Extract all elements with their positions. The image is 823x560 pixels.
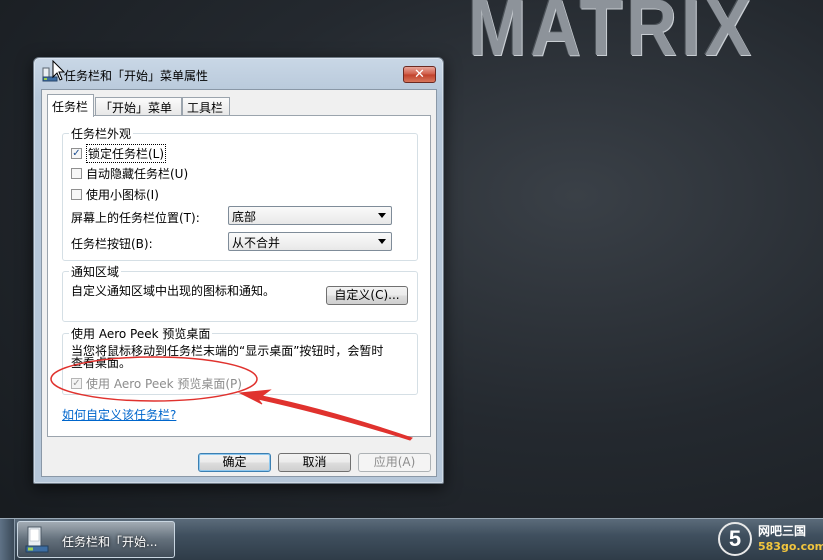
aero-peek-description-line2: 查看桌面。	[71, 356, 132, 370]
group-title-notification: 通知区域	[69, 263, 122, 280]
small-icons-label: 使用小图标(I)	[86, 188, 159, 202]
site-watermark: 5 网吧三国 583go.com	[718, 520, 823, 560]
auto-hide-checkbox[interactable]	[71, 168, 82, 179]
dialog-title: 任务栏和「开始」菜单属性	[64, 69, 209, 83]
start-button-edge[interactable]	[0, 519, 15, 560]
lock-taskbar-checkbox[interactable]: ✓	[71, 148, 82, 159]
notification-area-group: 通知区域 自定义通知区域中出现的图标和通知。 自定义(C)...	[62, 263, 418, 322]
mouse-cursor-icon	[52, 60, 66, 81]
aero-peek-group: 使用 Aero Peek 预览桌面 当您将鼠标移动到任务栏末端的“显示桌面”按钮…	[62, 325, 418, 395]
watermark-logo-icon: 5	[718, 522, 752, 556]
tab-toolbars[interactable]: 工具栏	[182, 97, 230, 116]
taskbar-window-button[interactable]: 任务栏和「开始...	[17, 521, 175, 558]
small-icons-option[interactable]: 使用小图标(I)	[71, 186, 159, 203]
taskbar-properties-dialog: 任务栏和「开始」菜单属性 ✕ 任务栏 「开始」菜单 工具栏 任务栏外观 ✓ 锁定…	[33, 57, 444, 484]
close-icon: ✕	[414, 67, 425, 82]
taskbar-tab-panel: 任务栏外观 ✓ 锁定任务栏(L) 自动隐藏任务栏(U) 使用小图标(I) 屏幕上…	[47, 115, 431, 437]
wallpaper-logo: MATRIX	[468, 0, 756, 73]
taskbar-location-select[interactable]: 底部	[228, 206, 392, 225]
taskbar-buttons-value: 从不合并	[232, 236, 281, 250]
dialog-titlebar[interactable]: 任务栏和「开始」菜单属性 ✕	[34, 58, 443, 90]
watermark-name: 网吧三国	[758, 524, 807, 538]
auto-hide-label: 自动隐藏任务栏(U)	[86, 167, 189, 181]
aero-peek-checkbox[interactable]: ✓	[71, 378, 82, 389]
taskbar-window-label: 任务栏和「开始...	[62, 535, 158, 549]
chevron-down-icon	[378, 239, 386, 244]
customize-button[interactable]: 自定义(C)...	[326, 286, 408, 305]
customize-taskbar-help-link[interactable]: 如何自定义该任务栏?	[62, 406, 176, 423]
cancel-button[interactable]: 取消	[278, 453, 351, 472]
taskbar-properties-icon	[25, 526, 49, 553]
tab-start-menu[interactable]: 「开始」菜单	[95, 97, 182, 116]
taskbar-location-label: 屏幕上的任务栏位置(T):	[71, 211, 200, 225]
aero-peek-option[interactable]: ✓ 使用 Aero Peek 预览桌面(P)	[71, 375, 242, 392]
group-title-aero-peek: 使用 Aero Peek 预览桌面	[69, 325, 213, 342]
auto-hide-option[interactable]: 自动隐藏任务栏(U)	[71, 165, 188, 182]
watermark-url: 583go.com	[758, 540, 823, 553]
close-button[interactable]: ✕	[403, 66, 436, 83]
taskbar: 任务栏和「开始... 5 网吧三国 583go.com	[0, 518, 823, 560]
chevron-down-icon	[378, 213, 386, 218]
taskbar-buttons-label: 任务栏按钮(B):	[71, 237, 153, 251]
notification-description: 自定义通知区域中出现的图标和通知。	[71, 284, 276, 298]
dialog-client-area: 任务栏 「开始」菜单 工具栏 任务栏外观 ✓ 锁定任务栏(L) 自动隐藏任务栏(…	[41, 89, 437, 477]
aero-peek-label: 使用 Aero Peek 预览桌面(P)	[86, 377, 242, 391]
small-icons-checkbox[interactable]	[71, 189, 82, 200]
taskbar-appearance-group: 任务栏外观 ✓ 锁定任务栏(L) 自动隐藏任务栏(U) 使用小图标(I) 屏幕上…	[62, 125, 418, 261]
lock-taskbar-label: 锁定任务栏(L)	[86, 144, 167, 163]
lock-taskbar-option[interactable]: ✓ 锁定任务栏(L)	[71, 144, 167, 163]
group-title-appearance: 任务栏外观	[69, 125, 134, 142]
taskbar-location-value: 底部	[232, 210, 257, 224]
apply-button[interactable]: 应用(A)	[358, 453, 431, 472]
ok-button[interactable]: 确定	[198, 453, 271, 472]
taskbar-buttons-select[interactable]: 从不合并	[228, 232, 392, 251]
tab-taskbar[interactable]: 任务栏	[47, 94, 94, 117]
